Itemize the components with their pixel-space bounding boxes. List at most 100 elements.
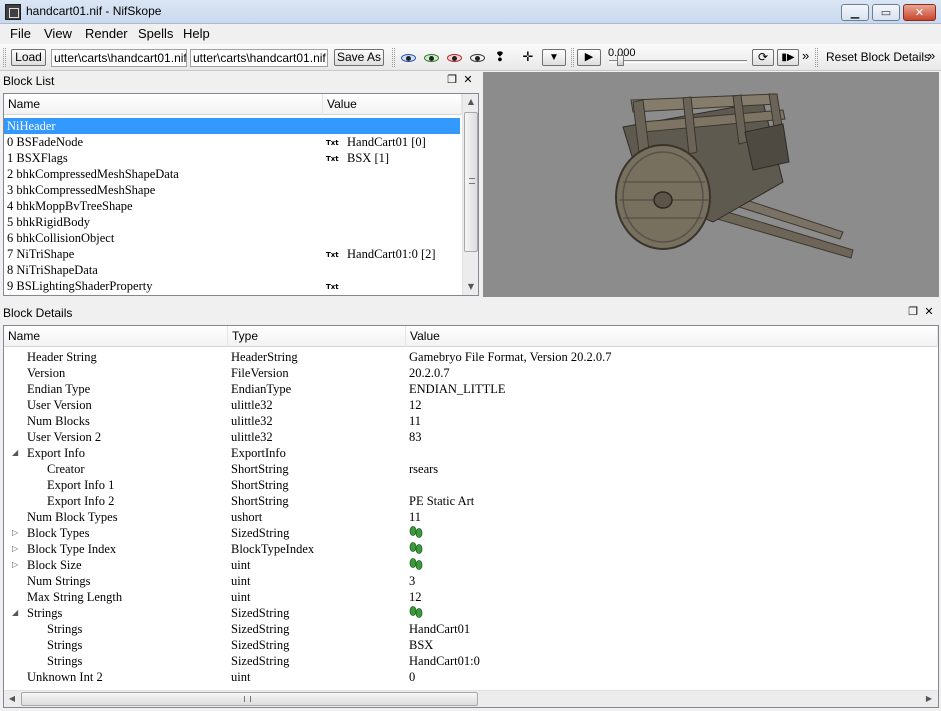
detail-row[interactable]: ▷ Block Type Index BlockTypeIndex [4, 541, 938, 557]
menu-help[interactable]: Help [183, 26, 210, 41]
column-header-name[interactable]: Name [4, 94, 323, 115]
detail-row[interactable]: User Version ulittle32 12 [4, 397, 938, 413]
scroll-down-arrow-icon[interactable]: ▼ [463, 279, 478, 295]
detail-row[interactable]: Unknown Int 2 uint 0 [4, 669, 938, 685]
detail-row[interactable]: Export Info 1 ShortString [4, 477, 938, 493]
detail-row[interactable]: Export Info 2 ShortString PE Static Art [4, 493, 938, 509]
horizontal-scrollbar[interactable]: ◀ ▶ [4, 690, 938, 707]
view-eye-grey-icon[interactable] [468, 49, 486, 66]
view-eye-blue-icon[interactable] [399, 49, 417, 66]
column-header-name[interactable]: Name [4, 326, 228, 347]
scroll-left-arrow-icon[interactable]: ◀ [4, 691, 20, 707]
expand-arrow-icon[interactable]: ▷ [12, 541, 18, 557]
time-slider-handle[interactable] [617, 55, 624, 66]
detail-row[interactable]: Num Strings uint 3 [4, 573, 938, 589]
block-list-row[interactable]: 0 BSFadeNode Txt HandCart01 [0] [4, 134, 460, 150]
detail-row[interactable]: Strings SizedString HandCart01:0 [4, 653, 938, 669]
detail-row[interactable]: Strings SizedString BSX [4, 637, 938, 653]
block-details-tree[interactable]: Name Type Value Header String HeaderStrin… [3, 325, 939, 708]
menu-spells[interactable]: Spells [138, 26, 173, 41]
column-header-value[interactable]: Value [323, 94, 462, 115]
load-button[interactable]: Load [11, 49, 46, 66]
menu-render[interactable]: Render [85, 26, 128, 41]
detail-value: rsears [409, 462, 439, 476]
block-list-title: Block List [3, 74, 55, 88]
detail-name: Max String Length [27, 590, 123, 604]
close-icon[interactable]: ✕ [923, 306, 935, 319]
detail-type: HeaderString [231, 350, 298, 364]
loop-icon[interactable]: ⟳ [752, 49, 774, 66]
detail-row[interactable]: ◢ Strings SizedString [4, 605, 938, 621]
dropdown-arrow-icon[interactable]: ▼ [542, 49, 566, 66]
scroll-thumb[interactable] [21, 692, 478, 706]
play-button[interactable]: ▶ [577, 49, 601, 66]
expand-arrow-icon[interactable]: ▷ [12, 525, 18, 541]
detail-row[interactable]: Strings SizedString HandCart01 [4, 621, 938, 637]
save-path-input[interactable]: utter\carts\handcart01.nif [190, 49, 328, 67]
title-bar[interactable]: handcart01.nif - NifSkope ▁ ▭ ✕ [0, 0, 941, 24]
toolbar-grip[interactable] [571, 48, 574, 67]
view-eye-green-icon[interactable] [422, 49, 440, 66]
footprints-icon[interactable]: ❢ [491, 49, 509, 66]
block-list-row[interactable]: 8 NiTriShapeData [4, 262, 460, 278]
detail-row[interactable]: Version FileVersion 20.2.0.7 [4, 365, 938, 381]
view-eye-red-icon[interactable] [445, 49, 463, 66]
detail-row[interactable]: Max String Length uint 12 [4, 589, 938, 605]
expand-arrow-icon[interactable]: ▷ [12, 557, 18, 573]
load-path-input[interactable]: utter\carts\handcart01.nif [51, 49, 187, 67]
window-title: handcart01.nif - NifSkope [26, 4, 162, 18]
reset-block-details-button[interactable]: Reset Block Details [826, 50, 930, 64]
axes-icon[interactable]: ✛ [519, 49, 537, 66]
toolbar-grip[interactable] [3, 48, 6, 67]
detail-row[interactable]: ▷ Block Size uint [4, 557, 938, 573]
toolbar-overflow-icon[interactable]: » [802, 48, 809, 63]
float-icon[interactable]: ❐ [446, 74, 458, 87]
detail-row[interactable]: Header String HeaderString Gamebryo File F… [4, 349, 938, 365]
detail-row[interactable]: ▷ Block Types SizedString [4, 525, 938, 541]
block-list-row[interactable]: 2 bhkCompressedMeshShapeData [4, 166, 460, 182]
block-list-row[interactable]: NiHeader [4, 118, 460, 134]
toolbar-overflow-icon[interactable]: » [928, 48, 935, 63]
scroll-thumb[interactable] [464, 112, 478, 252]
detail-row[interactable]: Creator ShortString rsears [4, 461, 938, 477]
maximize-button[interactable]: ▭ [872, 4, 900, 21]
detail-type: ulittle32 [231, 414, 273, 428]
scroll-up-arrow-icon[interactable]: ▲ [463, 94, 478, 110]
detail-row[interactable]: Num Block Types ushort 11 [4, 509, 938, 525]
block-list-row[interactable]: 5 bhkRigidBody [4, 214, 460, 230]
minimize-button[interactable]: ▁ [841, 4, 869, 21]
detail-type: SizedString [231, 654, 290, 668]
detail-type: ShortString [231, 478, 289, 492]
scroll-right-arrow-icon[interactable]: ▶ [921, 691, 937, 707]
menu-file[interactable]: File [10, 26, 31, 41]
block-list-scrollbar[interactable]: ▲ ▼ [462, 94, 478, 295]
block-list-row[interactable]: 1 BSXFlags Txt BSX [1] [4, 150, 460, 166]
block-list-row[interactable]: 3 bhkCompressedMeshShape [4, 182, 460, 198]
block-list-row[interactable]: 9 BSLightingShaderProperty Txt [4, 278, 460, 294]
collapse-arrow-icon[interactable]: ◢ [12, 445, 18, 461]
block-list-tree[interactable]: Name Value NiHeader 0 BSFadeNode Txt HandCa… [3, 93, 479, 296]
txt-icon: Txt [326, 139, 339, 147]
detail-row[interactable]: Endian Type EndianType ENDIAN_LITTLE [4, 381, 938, 397]
switch-anim-icon[interactable]: ▮▶ [777, 49, 799, 66]
save-as-button[interactable]: Save As [334, 49, 384, 66]
menu-view[interactable]: View [44, 26, 72, 41]
block-value: BSX [1] [347, 151, 390, 165]
toolbar-grip[interactable] [815, 48, 818, 67]
render-viewport[interactable] [483, 72, 939, 297]
column-header-value[interactable]: Value [406, 326, 938, 347]
close-button[interactable]: ✕ [903, 4, 936, 21]
collapse-arrow-icon[interactable]: ◢ [12, 605, 18, 621]
toolbar-grip[interactable] [392, 48, 395, 67]
block-list-row[interactable]: 6 bhkCollisionObject [4, 230, 460, 246]
block-list-row[interactable]: 7 NiTriShape Txt HandCart01:0 [2] [4, 246, 460, 262]
column-header-type[interactable]: Type [228, 326, 406, 347]
detail-row[interactable]: User Version 2 ulittle32 83 [4, 429, 938, 445]
detail-row[interactable]: Num Blocks ulittle32 11 [4, 413, 938, 429]
detail-value: 3 [409, 574, 416, 588]
float-icon[interactable]: ❐ [907, 306, 919, 319]
time-slider-track[interactable] [609, 60, 747, 63]
detail-row[interactable]: ◢ Export Info ExportInfo [4, 445, 938, 461]
close-icon[interactable]: ✕ [462, 74, 474, 87]
block-list-row[interactable]: 4 bhkMoppBvTreeShape [4, 198, 460, 214]
